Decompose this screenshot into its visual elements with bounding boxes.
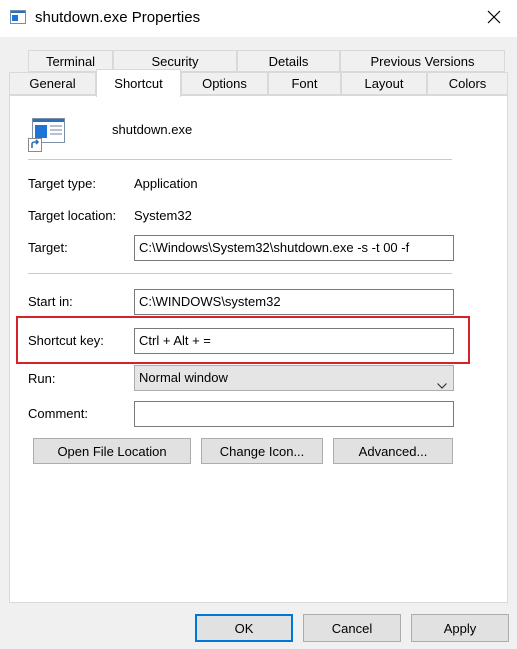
advanced-button[interactable]: Advanced... [333, 438, 453, 464]
shortcut-key-field[interactable]: Ctrl + Alt + = [134, 328, 454, 354]
target-field[interactable]: C:\Windows\System32\shutdown.exe -s -t 0… [134, 235, 454, 261]
run-select-value: Normal window [139, 370, 228, 385]
start-in-field[interactable]: C:\WINDOWS\system32 [134, 289, 454, 315]
separator [28, 159, 452, 160]
cancel-button[interactable]: Cancel [303, 614, 401, 642]
run-label: Run: [28, 371, 56, 386]
comment-field[interactable] [134, 401, 454, 427]
start-in-label: Start in: [28, 294, 73, 309]
target-type-label: Target type: [28, 176, 96, 191]
shortcut-name: shutdown.exe [112, 122, 193, 137]
chevron-down-icon [437, 374, 447, 389]
apply-button[interactable]: Apply [411, 614, 509, 642]
separator [28, 273, 452, 274]
shortcut-app-icon [28, 116, 66, 152]
target-location-value: System32 [134, 208, 192, 223]
target-label: Target: [28, 240, 68, 255]
open-file-location-button[interactable]: Open File Location [33, 438, 191, 464]
shortcut-key-label: Shortcut key: [28, 333, 104, 348]
comment-label: Comment: [28, 406, 88, 421]
target-location-label: Target location: [28, 208, 117, 223]
target-type-value: Application [134, 176, 198, 191]
change-icon-button[interactable]: Change Icon... [201, 438, 323, 464]
run-select[interactable]: Normal window [134, 365, 454, 391]
ok-button[interactable]: OK [195, 614, 293, 642]
